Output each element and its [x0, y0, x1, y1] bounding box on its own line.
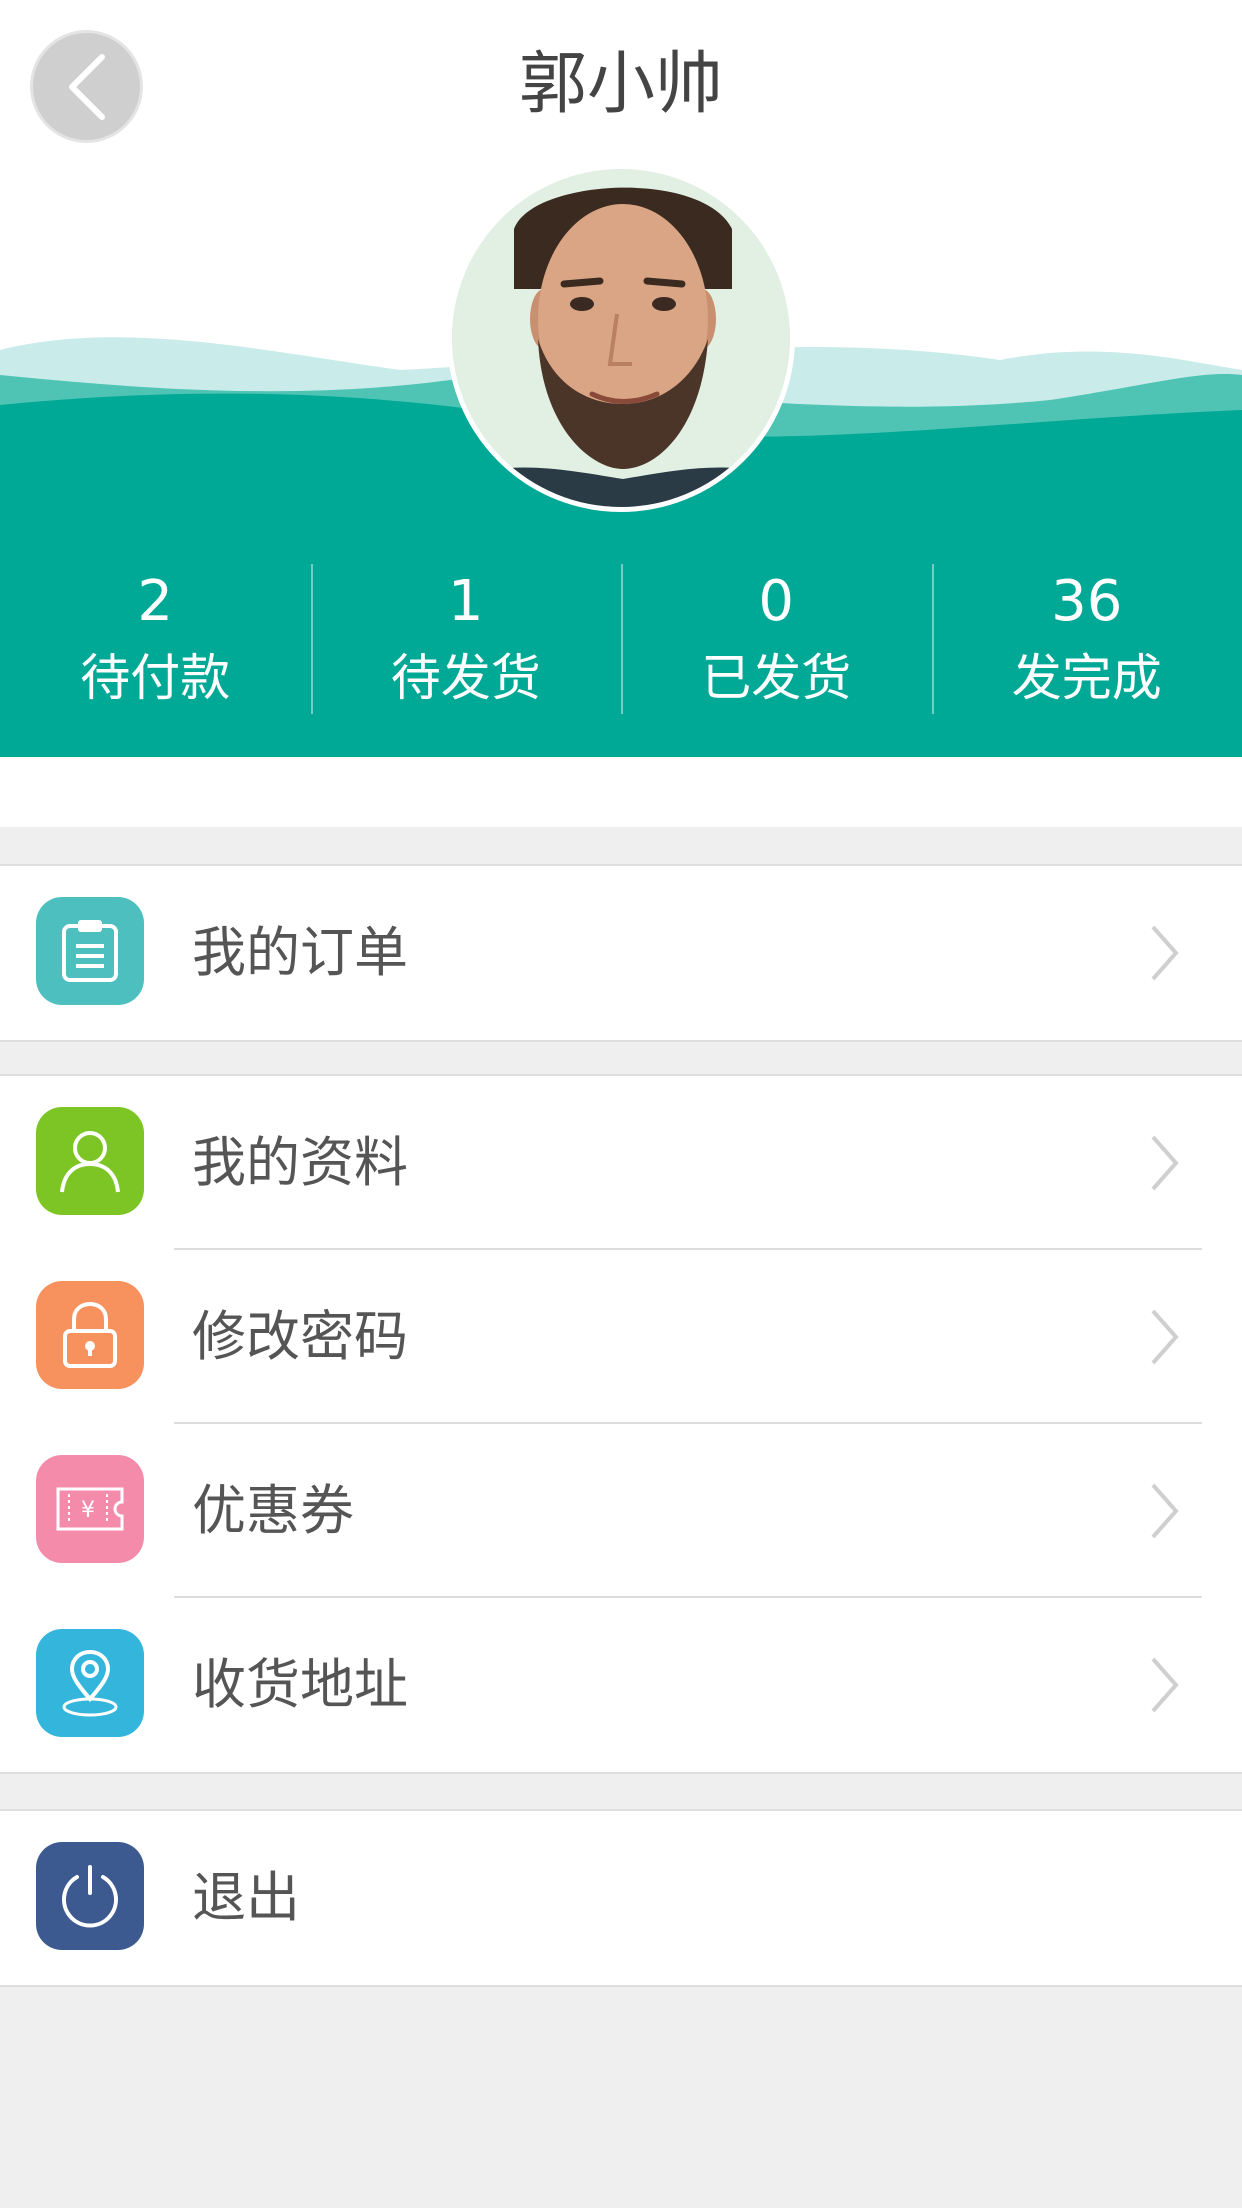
spacer	[0, 757, 1242, 827]
svg-text:¥: ¥	[81, 1498, 95, 1523]
clipboard-icon	[36, 897, 144, 1005]
menu-label: 收货地址	[192, 1653, 408, 1716]
order-stats: 2 待付款 1 待发货 0 已发货 36 发完成	[0, 560, 1242, 720]
chevron-right-icon	[1151, 1309, 1179, 1365]
page-title: 郭小帅	[518, 45, 723, 124]
profile-header: 郭小帅 2 待付款 1 待发货 0 已发货 36 发完成	[0, 0, 1242, 757]
chevron-right-icon	[1151, 1135, 1179, 1191]
menu-item-coupon[interactable]: ¥ 优惠券	[0, 1424, 1242, 1598]
chevron-right-icon	[1151, 1657, 1179, 1713]
coupon-icon: ¥	[36, 1455, 144, 1563]
menu-item-change-password[interactable]: 修改密码	[0, 1250, 1242, 1424]
stat-label: 待发货	[390, 649, 541, 707]
menu-group-orders: 我的订单	[0, 864, 1242, 1042]
avatar-image	[452, 169, 790, 507]
menu-group-account: 我的资料 修改密码 ¥ 优惠券 收货地址	[0, 1074, 1242, 1774]
stat-completed[interactable]: 36 发完成	[931, 560, 1242, 720]
menu-label: 修改密码	[192, 1305, 408, 1368]
location-pin-icon	[36, 1629, 144, 1737]
avatar[interactable]	[447, 164, 795, 512]
power-icon	[36, 1842, 144, 1950]
menu-item-logout[interactable]: 退出	[0, 1811, 1242, 1985]
menu-group-logout: 退出	[0, 1809, 1242, 1987]
user-icon	[36, 1107, 144, 1215]
menu-item-address[interactable]: 收货地址	[0, 1598, 1242, 1772]
stat-label: 待付款	[80, 649, 231, 707]
chevron-right-icon	[1151, 1483, 1179, 1539]
chevron-right-icon	[1151, 925, 1179, 981]
stat-shipped[interactable]: 0 已发货	[621, 560, 932, 720]
stat-pending-shipment[interactable]: 1 待发货	[310, 560, 622, 720]
menu-label: 我的订单	[192, 921, 408, 984]
lock-icon	[36, 1281, 144, 1389]
stat-count: 1	[447, 569, 484, 634]
menu-label: 优惠券	[192, 1479, 354, 1542]
menu-item-profile[interactable]: 我的资料	[0, 1076, 1242, 1250]
stat-count: 36	[1051, 569, 1123, 634]
stat-label: 发完成	[1011, 649, 1162, 707]
stat-count: 0	[758, 569, 795, 634]
menu-item-orders[interactable]: 我的订单	[0, 866, 1242, 1040]
stat-pending-payment[interactable]: 2 待付款	[0, 560, 311, 720]
stat-count: 2	[137, 569, 174, 634]
menu-label: 退出	[192, 1866, 300, 1929]
stat-label: 已发货	[701, 649, 852, 707]
menu-label: 我的资料	[192, 1131, 408, 1194]
